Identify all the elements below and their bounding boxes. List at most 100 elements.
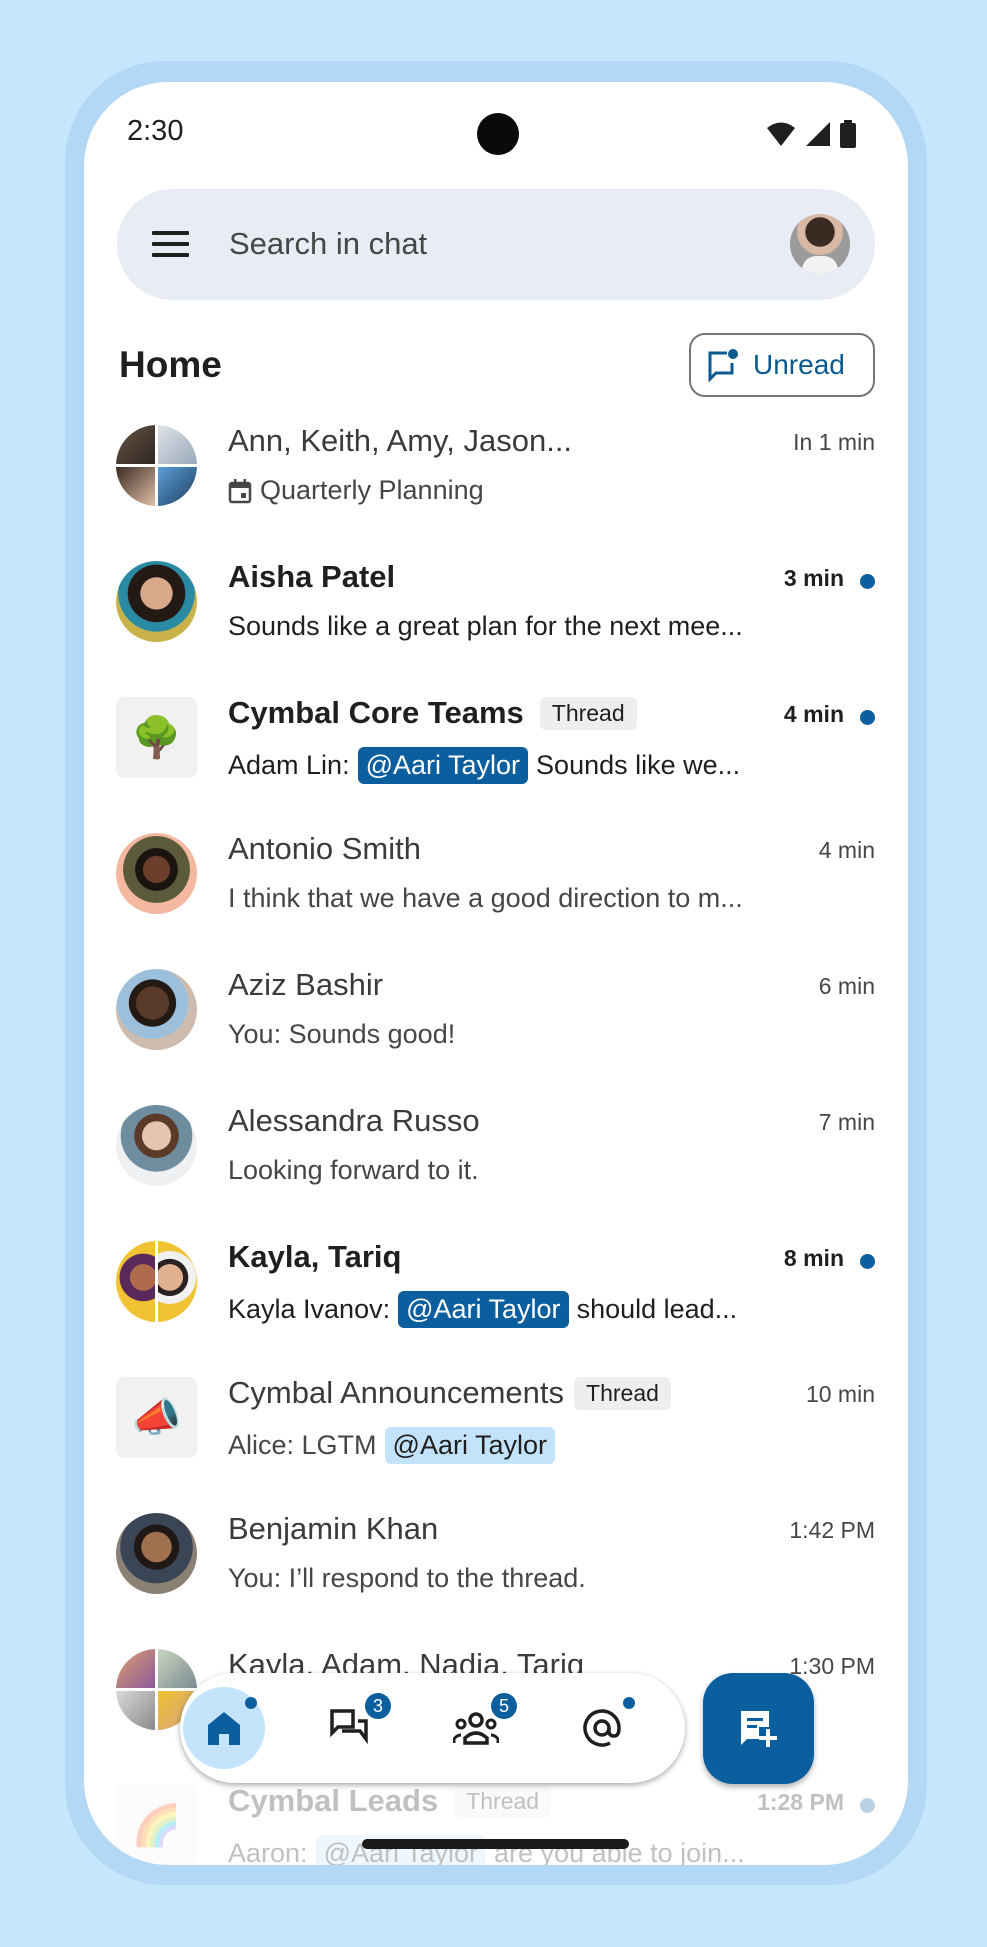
thread-chip: Thread bbox=[574, 1376, 671, 1410]
conversation-row[interactable]: 🌳 Cymbal Core Teams Thread 4 min Adam Li… bbox=[84, 689, 908, 825]
conversation-preview: You: Sounds good! bbox=[228, 1019, 455, 1050]
page-title: Home bbox=[119, 344, 222, 385]
preview-sender: Alice: LGTM bbox=[228, 1430, 377, 1460]
avatar bbox=[116, 1513, 197, 1594]
conversation-time: 4 min bbox=[818, 837, 875, 863]
conversation-name-text: Cymbal Leads bbox=[228, 1783, 439, 1818]
new-chat-icon bbox=[740, 1710, 777, 1747]
thread-chip: Thread bbox=[454, 1784, 552, 1818]
status-time: 2:30 bbox=[127, 115, 184, 147]
space-avatar: 🌈 bbox=[116, 1785, 197, 1865]
preview-sender: Aaron: bbox=[228, 1838, 308, 1865]
conversation-time: 6 min bbox=[818, 973, 875, 999]
conversation-row[interactable]: 🌈 Cymbal Leads Thread 1:28 PM Aaron: @Aa… bbox=[84, 1777, 908, 1865]
tree-emoji-icon: 🌳 bbox=[131, 716, 182, 760]
preview-text: You: Sounds good! bbox=[228, 1019, 456, 1049]
camera-cutout bbox=[477, 113, 519, 155]
conversation-time: 4 min bbox=[783, 701, 844, 727]
status-icons bbox=[766, 120, 856, 148]
conversation-time: 1:30 PM bbox=[789, 1653, 875, 1679]
megaphone-emoji-icon: 📣 bbox=[131, 1396, 182, 1440]
mention-chip: @Aari Taylor bbox=[398, 1291, 569, 1328]
unread-dot bbox=[860, 1798, 875, 1813]
conversation-time: 8 min bbox=[783, 1245, 844, 1271]
conversation-time: 1:42 PM bbox=[789, 1517, 875, 1543]
preview-text: I think that we have a good direction to… bbox=[228, 883, 743, 913]
conversation-row[interactable]: 📣 Cymbal Announcements Thread 10 min Ali… bbox=[84, 1369, 908, 1505]
conversation-name-text: Cymbal Core Teams bbox=[228, 695, 524, 730]
conversation-name: Antonio Smith bbox=[228, 831, 421, 866]
conversation-name: Cymbal Announcements Thread bbox=[228, 1375, 671, 1411]
avatar bbox=[116, 969, 197, 1050]
chat-bubbles-icon bbox=[330, 1709, 368, 1745]
calendar-icon bbox=[228, 478, 252, 503]
home-icon bbox=[208, 1712, 240, 1745]
nav-chats[interactable]: 3 bbox=[309, 1687, 391, 1769]
phone-screen: 2:30 Home Unread Ann, Keith, Amy, Jason.… bbox=[84, 82, 908, 1865]
conversation-preview: Adam Lin: @Aari Taylor Sounds like we... bbox=[228, 747, 740, 784]
profile-avatar[interactable] bbox=[790, 214, 850, 274]
conversation-name: Benjamin Khan bbox=[228, 1511, 439, 1546]
avatar bbox=[116, 561, 197, 642]
unread-filter-button[interactable]: Unread bbox=[689, 333, 875, 397]
conversation-preview: Alice: LGTM @Aari Taylor bbox=[228, 1427, 555, 1464]
conversation-time: 3 min bbox=[783, 565, 844, 591]
mention-chip: @Aari Taylor bbox=[384, 1427, 555, 1464]
nav-home[interactable] bbox=[183, 1687, 265, 1769]
unread-label: Unread bbox=[753, 349, 845, 380]
conversation-name: Cymbal Leads Thread bbox=[228, 1783, 552, 1819]
conversation-name: Aziz Bashir bbox=[228, 967, 384, 1002]
preview-text: Sounds like a great plan for the next me… bbox=[228, 611, 743, 641]
conversation-row[interactable]: Alessandra Russo 7 min Looking forward t… bbox=[84, 1097, 908, 1233]
battery-icon bbox=[840, 120, 856, 148]
conversation-row[interactable]: Ann, Keith, Amy, Jason... In 1 min Quart… bbox=[84, 417, 908, 553]
conversation-preview: Sounds like a great plan for the next me… bbox=[228, 611, 743, 642]
rainbow-emoji-icon: 🌈 bbox=[131, 1804, 182, 1848]
search-input[interactable] bbox=[229, 221, 749, 267]
nav-unread-dot bbox=[623, 1697, 635, 1709]
conversation-preview: You: I’ll respond to the thread. bbox=[228, 1563, 586, 1594]
home-indicator[interactable] bbox=[362, 1839, 629, 1849]
preview-text: Quarterly Planning bbox=[260, 475, 484, 505]
menu-icon[interactable] bbox=[152, 231, 189, 258]
conversation-time: 10 min bbox=[805, 1381, 875, 1407]
spaces-badge: 5 bbox=[491, 1693, 517, 1719]
signal-icon bbox=[806, 122, 830, 146]
bottom-navigation: 3 5 bbox=[180, 1673, 685, 1783]
nav-mentions[interactable] bbox=[561, 1687, 643, 1769]
thread-chip: Thread bbox=[539, 696, 637, 730]
conversation-name: Ann, Keith, Amy, Jason... bbox=[228, 423, 573, 458]
nav-spaces[interactable]: 5 bbox=[435, 1687, 517, 1769]
conversation-row[interactable]: Antonio Smith 4 min I think that we have… bbox=[84, 825, 908, 961]
conversation-time: 7 min bbox=[818, 1109, 875, 1135]
new-chat-button[interactable] bbox=[703, 1673, 814, 1784]
wifi-icon bbox=[767, 122, 795, 146]
conversation-time: In 1 min bbox=[793, 429, 875, 455]
people-icon bbox=[453, 1712, 499, 1745]
avatar bbox=[116, 833, 197, 914]
conversation-name-text: Cymbal Announcements bbox=[228, 1375, 565, 1410]
unread-dot bbox=[860, 574, 875, 589]
preview-text: should lead... bbox=[576, 1294, 738, 1324]
conversation-row[interactable]: Aziz Bashir 6 min You: Sounds good! bbox=[84, 961, 908, 1097]
conversation-preview: Quarterly Planning bbox=[228, 475, 484, 506]
preview-sender: Kayla Ivanov: bbox=[228, 1294, 391, 1324]
chats-badge: 3 bbox=[365, 1693, 391, 1719]
avatar bbox=[116, 1105, 197, 1186]
group-avatar bbox=[116, 425, 197, 506]
conversation-preview: I think that we have a good direction to… bbox=[228, 883, 743, 914]
nav-unread-dot bbox=[245, 1697, 257, 1709]
conversation-row[interactable]: Benjamin Khan 1:42 PM You: I’ll respond … bbox=[84, 1505, 908, 1641]
conversation-name: Aisha Patel bbox=[228, 559, 396, 594]
conversation-time: 1:28 PM bbox=[757, 1789, 844, 1815]
conversation-preview: Looking forward to it. bbox=[228, 1155, 479, 1186]
preview-text: You: I’ll respond to the thread. bbox=[228, 1563, 586, 1593]
conversation-name: Alessandra Russo bbox=[228, 1103, 480, 1138]
conversation-row[interactable]: Kayla, Tariq 8 min Kayla Ivanov: @Aari T… bbox=[84, 1233, 908, 1369]
search-bar[interactable] bbox=[117, 189, 875, 300]
conversation-row[interactable]: Aisha Patel 3 min Sounds like a great pl… bbox=[84, 553, 908, 689]
space-avatar: 🌳 bbox=[116, 697, 197, 778]
unread-dot bbox=[860, 710, 875, 725]
preview-text: Sounds like we... bbox=[536, 750, 741, 780]
unread-dot bbox=[860, 1254, 875, 1269]
